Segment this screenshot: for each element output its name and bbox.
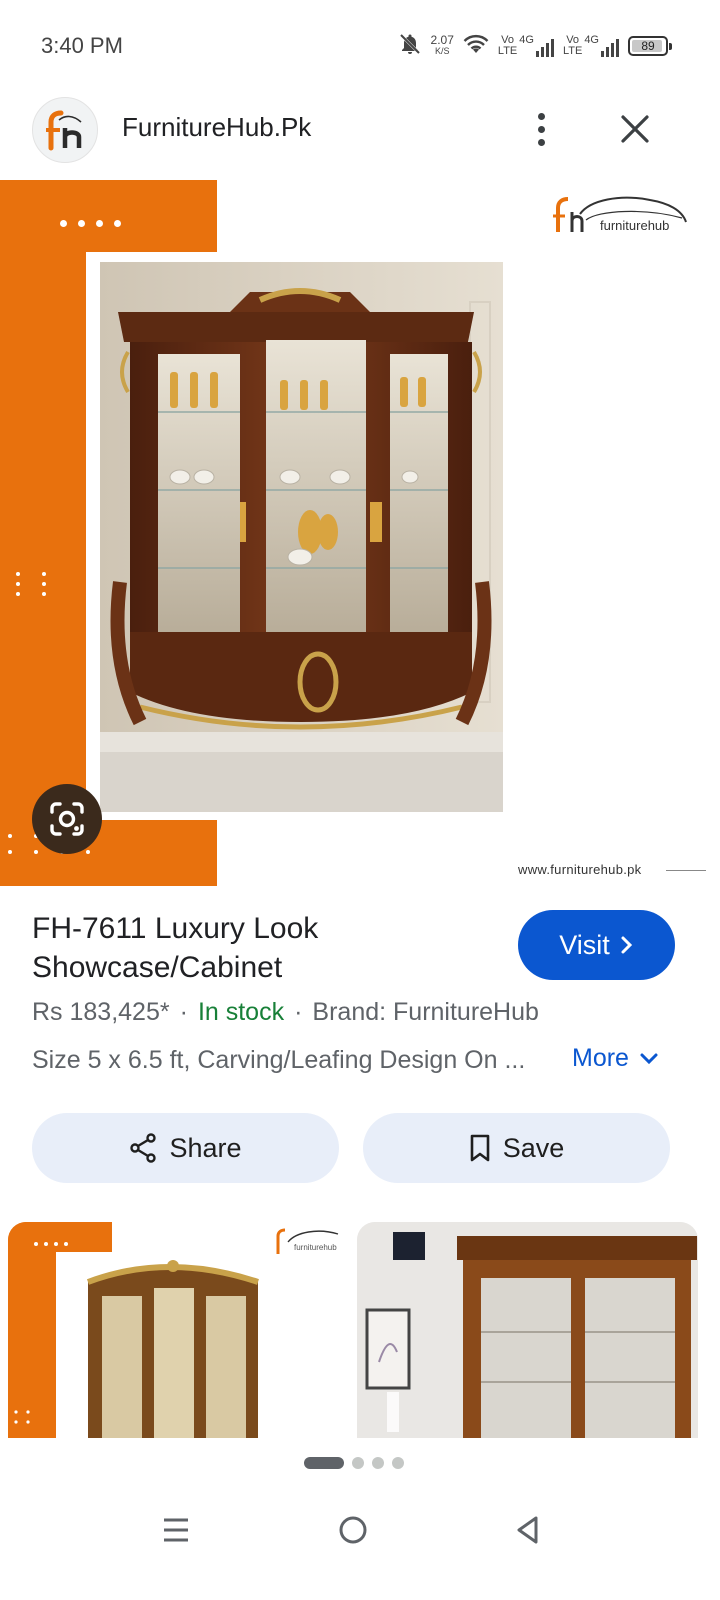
status-bar: 3:40 PM 2.07 K/S Vo LTE 4G Vo LTE 4G 89 [0, 0, 720, 92]
visit-button[interactable]: Visit [518, 910, 675, 980]
close-icon[interactable] [610, 104, 660, 154]
cabinet-photo [100, 262, 503, 812]
pager-dot [372, 1457, 384, 1469]
fh-logo-icon[interactable] [32, 97, 98, 163]
site-name[interactable]: FurnitureHub.Pk [122, 112, 311, 143]
related-image-1: furniturehub [8, 1222, 339, 1438]
separator: · [179, 998, 188, 1026]
battery-icon: 89 [628, 36, 672, 56]
google-lens-icon[interactable] [32, 784, 102, 854]
more-button[interactable]: More [572, 1044, 659, 1073]
product-description: Size 5 x 6.5 ft, Carving/Leafing Design … [32, 1046, 526, 1074]
decor-dots-grid [16, 572, 46, 596]
related-card[interactable] [357, 1222, 698, 1438]
product-meta: Rs 183,425* · In stock · Brand: FurnitureHub [32, 998, 539, 1027]
share-label: Share [169, 1132, 242, 1163]
sim2-signal: Vo LTE 4G [563, 35, 619, 57]
pager-dot-active [304, 1457, 344, 1469]
more-label: More [572, 1044, 629, 1072]
wifi-icon [463, 33, 489, 60]
watermark-url: www.furniturehub.pk [518, 862, 642, 877]
save-button[interactable]: Save [363, 1113, 670, 1183]
stock-status: In stock [197, 998, 285, 1026]
more-vert-icon[interactable] [520, 104, 562, 154]
separator: · [294, 998, 303, 1026]
back-icon[interactable] [498, 1508, 558, 1552]
battery-level: 89 [641, 39, 655, 53]
status-icons: 2.07 K/S Vo LTE 4G Vo LTE 4G 89 [398, 30, 672, 62]
sim2-label: Vo LTE [562, 34, 583, 57]
status-time: 3:40 PM [41, 33, 123, 58]
decor-dots [60, 220, 121, 227]
product-title-line2: Showcase/Cabinet [32, 951, 283, 984]
recent-apps-icon[interactable] [146, 1508, 206, 1552]
speed-value: 2.07 [430, 33, 454, 47]
visit-label: Visit [559, 929, 610, 960]
sim2-net: 4G [584, 34, 599, 46]
speed-unit: K/S [434, 46, 450, 56]
network-speed: 2.07 K/S [430, 33, 454, 57]
save-label: Save [502, 1132, 565, 1163]
orange-accent-left [0, 180, 86, 886]
product-price: Rs 183,425* [32, 998, 170, 1026]
related-results: furniturehub [8, 1222, 698, 1438]
pager-dot [352, 1457, 364, 1469]
brand-logo: furniturehub [552, 190, 692, 236]
result-header: FurnitureHub.Pk [0, 92, 720, 172]
carousel-pager [304, 1457, 404, 1469]
product-title[interactable]: FH-7611 Luxury Look Showcase/Cabinet [32, 909, 472, 987]
sim1-net: 4G [519, 34, 534, 46]
signal-icon [601, 39, 619, 57]
product-title-line1: FH-7611 Luxury Look [32, 912, 319, 945]
home-icon[interactable] [323, 1508, 383, 1552]
pager-dot [392, 1457, 404, 1469]
product-image[interactable]: furniturehub www.furniturehub.pk [0, 180, 720, 886]
bell-muted-icon [398, 32, 422, 61]
chevron-down-icon [640, 1053, 658, 1064]
brand-text: furniturehub [600, 218, 669, 233]
sim1-signal: Vo LTE 4G [498, 35, 554, 57]
product-brand: Brand: FurnitureHub [312, 998, 539, 1026]
share-icon [130, 1133, 157, 1163]
chevron-right-icon [621, 936, 632, 954]
related-image-2 [357, 1222, 698, 1438]
system-nav-bar [0, 1490, 720, 1600]
bookmark-icon [470, 1134, 490, 1162]
share-button[interactable]: Share [32, 1113, 339, 1183]
sim1-label: Vo LTE [497, 34, 518, 57]
signal-icon [535, 39, 554, 57]
watermark-line [666, 870, 706, 871]
related-brand-text: furniturehub [294, 1243, 337, 1252]
related-card[interactable]: furniturehub [8, 1222, 349, 1438]
